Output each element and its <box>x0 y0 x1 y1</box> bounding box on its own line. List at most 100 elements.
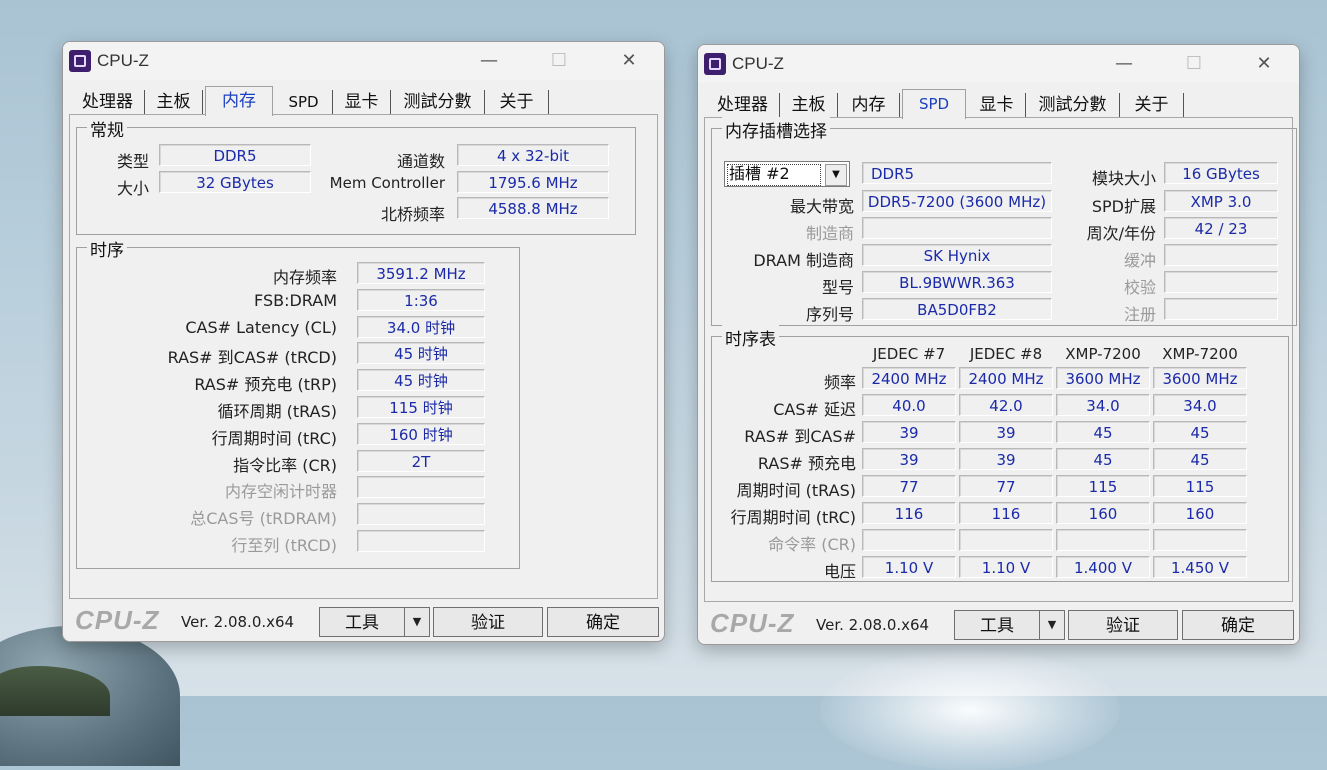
slot-group-title: 内存插槽选择 <box>722 117 830 142</box>
validate-button[interactable]: 验证 <box>1068 610 1178 640</box>
timing-value: 34.0 时钟 <box>357 315 485 338</box>
tab-mainboard[interactable]: 主板 <box>780 93 838 117</box>
tab-bench[interactable]: 测試分數 <box>391 90 485 114</box>
timing-label: 行至列 (tRCD) <box>231 536 337 555</box>
general-group-title: 常规 <box>87 116 127 141</box>
tab-bar: 处理器 主板 内存 SPD 显卡 测試分數 关于 <box>71 86 656 116</box>
timing-label: 循环周期 (tRAS) <box>217 402 337 421</box>
tools-dropdown-icon[interactable]: ▼ <box>1039 610 1065 640</box>
part-number-label: 型号 <box>821 278 854 297</box>
spd-cell <box>862 529 956 551</box>
maximize-icon[interactable]: ☐ <box>536 46 582 76</box>
tab-processor[interactable]: 处理器 <box>71 90 145 114</box>
size-label: 大小 <box>116 179 149 198</box>
channels-label: 通道数 <box>396 152 445 171</box>
tools-button[interactable]: 工具 <box>319 607 405 637</box>
timings-group-title: 时序 <box>87 236 127 261</box>
tools-dropdown-icon[interactable]: ▼ <box>404 607 430 637</box>
memctrl-label: Mem Controller <box>329 174 445 192</box>
module-size-label: 模块大小 <box>1091 169 1156 188</box>
spd-cell: 45 <box>1153 421 1247 443</box>
cpuz-logo: CPU-Z <box>710 608 795 638</box>
spd-ext-label: SPD扩展 <box>1091 197 1156 216</box>
timing-label: 行周期时间 (tRC) <box>211 428 337 448</box>
tab-memory[interactable]: 内存 <box>838 93 900 117</box>
title-bar[interactable]: CPU-Z — ☐ ✕ <box>63 42 664 80</box>
ok-button[interactable]: 确定 <box>547 607 659 637</box>
timings-group: 时序 内存频率 3591.2 MHz FSB:DRAM 1:36 CAS# Latenc… <box>76 236 520 569</box>
timing-value: 3591.2 MHz <box>357 262 485 284</box>
memctrl-value: 1795.6 MHz <box>457 171 609 193</box>
correction-label: 校验 <box>1123 278 1156 297</box>
tools-button[interactable]: 工具 <box>954 610 1040 640</box>
chevron-down-icon[interactable]: ▼ <box>825 164 847 186</box>
cpuz-window-spd: CPU-Z — ☐ ✕ 处理器 主板 内存 SPD 显卡 测試分數 关于 内存插… <box>697 44 1300 645</box>
channels-value: 4 x 32-bit <box>457 144 609 166</box>
spd-cell: 34.0 <box>1056 394 1150 416</box>
spd-row-label: RAS# 到CAS# <box>744 427 856 446</box>
spd-ext-value: XMP 3.0 <box>1164 190 1278 212</box>
tab-about[interactable]: 关于 <box>1120 93 1184 117</box>
timing-column-header: JEDEC #8 <box>969 345 1043 363</box>
timing-value <box>357 530 485 552</box>
manufacturer-value <box>862 217 1052 239</box>
spd-cell: 1.400 V <box>1056 556 1150 578</box>
slot-dropdown[interactable]: 插槽 #2 ▼ <box>724 161 850 187</box>
spd-cell: 115 <box>1153 475 1247 497</box>
spd-cell: 3600 MHz <box>1153 367 1247 389</box>
week-year-label: 周次/年份 <box>1086 224 1156 243</box>
window-title: CPU-Z <box>732 54 784 73</box>
tab-graphics[interactable]: 显卡 <box>968 93 1026 117</box>
timing-value: 45 时钟 <box>357 369 485 392</box>
spd-cell: 2400 MHz <box>862 367 956 389</box>
spd-cell: 77 <box>959 475 1053 497</box>
tab-memory[interactable]: 内存 <box>205 86 273 116</box>
validate-button[interactable]: 验证 <box>433 607 543 637</box>
footer-bar: CPU-Z Ver. 2.08.0.x64 工具 ▼ 验证 确定 <box>698 602 1299 644</box>
spd-row-label: 电压 <box>823 562 856 581</box>
timing-value: 160 时钟 <box>357 422 485 445</box>
spd-row-label: 命令率 (CR) <box>768 535 856 554</box>
timing-label: RAS# 预充电 (tRP) <box>194 375 337 395</box>
spd-cell: 77 <box>862 475 956 497</box>
tab-spd[interactable]: SPD <box>275 90 333 114</box>
timing-label: 指令比率 (CR) <box>233 455 337 475</box>
spd-cell: 45 <box>1056 421 1150 443</box>
close-icon[interactable]: ✕ <box>1241 49 1287 79</box>
ok-button[interactable]: 确定 <box>1182 610 1294 640</box>
correction-value <box>1164 271 1278 293</box>
minimize-icon[interactable]: — <box>466 46 512 76</box>
manufacturer-label: 制造商 <box>805 224 854 243</box>
module-type-value: DDR5 <box>862 162 1052 184</box>
version-text: Ver. 2.08.0.x64 <box>816 616 930 634</box>
timing-label: 内存空闲计时器 <box>224 482 337 502</box>
memory-panel: 常规 类型 DDR5 大小 32 GBytes 通道数 4 x 32-bit M… <box>69 114 658 599</box>
tab-spd[interactable]: SPD <box>902 89 966 119</box>
slot-group: 内存插槽选择 插槽 #2 ▼ DDR5 最大带宽 DDR5-7200 (3600… <box>711 117 1297 326</box>
version-text: Ver. 2.08.0.x64 <box>181 613 295 631</box>
size-value: 32 GBytes <box>159 171 311 193</box>
timing-table-title: 时序表 <box>722 325 779 350</box>
timing-label: FSB:DRAM <box>254 290 337 310</box>
spd-row-label: 行周期时间 (tRC) <box>730 508 856 527</box>
footer-bar: CPU-Z Ver. 2.08.0.x64 工具 ▼ 验证 确定 <box>63 599 664 641</box>
spd-cell: 1.450 V <box>1153 556 1247 578</box>
tab-about[interactable]: 关于 <box>485 90 549 114</box>
tab-graphics[interactable]: 显卡 <box>333 90 391 114</box>
serial-number-value: BA5D0FB2 <box>862 298 1052 320</box>
tab-processor[interactable]: 处理器 <box>706 93 780 117</box>
maximize-icon[interactable]: ☐ <box>1171 49 1217 79</box>
spd-cell: 34.0 <box>1153 394 1247 416</box>
spd-row-label: RAS# 预充电 <box>757 454 856 473</box>
title-bar[interactable]: CPU-Z — ☐ ✕ <box>698 45 1299 83</box>
minimize-icon[interactable]: — <box>1101 49 1147 79</box>
tab-mainboard[interactable]: 主板 <box>145 90 203 114</box>
type-label: 类型 <box>116 152 149 171</box>
buffered-value <box>1164 244 1278 266</box>
spd-cell: 1.10 V <box>862 556 956 578</box>
timing-value <box>357 476 485 499</box>
close-icon[interactable]: ✕ <box>606 46 652 76</box>
tab-bench[interactable]: 测試分數 <box>1026 93 1120 117</box>
max-bandwidth-value: DDR5-7200 (3600 MHz) <box>862 190 1052 212</box>
spd-cell <box>1056 529 1150 551</box>
